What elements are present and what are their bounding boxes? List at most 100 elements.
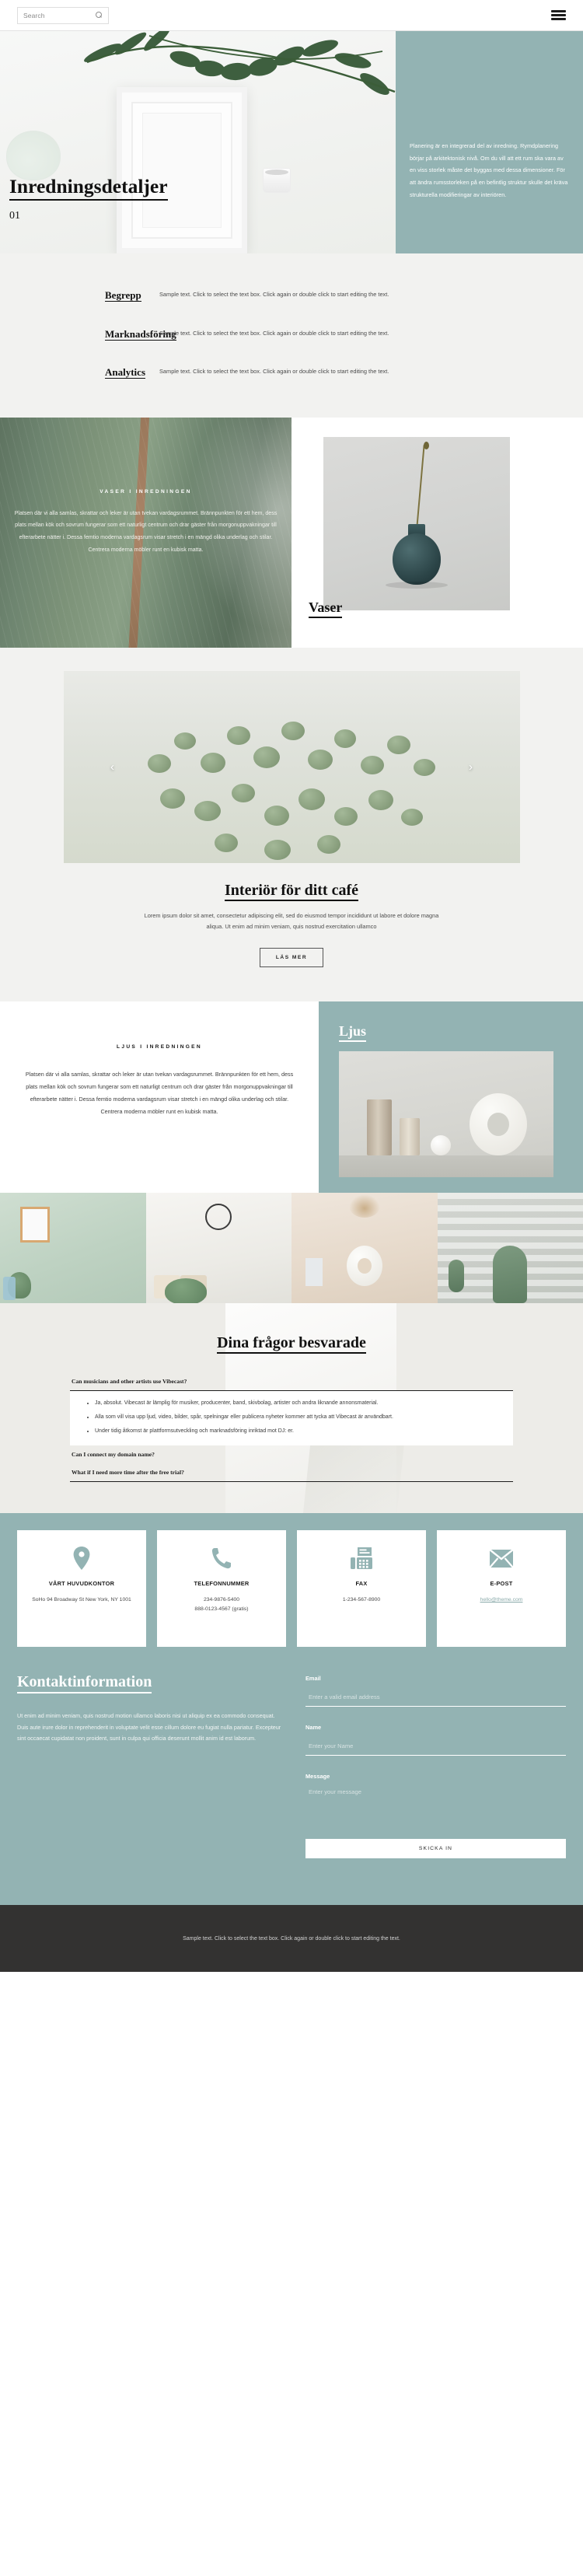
hamburger-line — [551, 14, 566, 16]
contact-cards-section: VÅRT HUVUDKONTOR SoHo 94 Broadway St New… — [0, 1513, 583, 1668]
feature-description: Sample text. Click to select the text bo… — [159, 291, 389, 298]
email-label: Email — [305, 1675, 321, 1683]
feature-title[interactable]: Marknadsföring — [0, 327, 176, 342]
gallery-donut-vase — [346, 1246, 382, 1287]
vaser-section: VASER I INREDNINGEN Platsen där vi alla … — [0, 417, 583, 648]
fax-icon — [351, 1546, 372, 1571]
image-gallery — [0, 1193, 583, 1304]
cafe-title-text: Interiör för ditt café — [225, 881, 358, 901]
message-field[interactable] — [305, 1787, 566, 1819]
leaf-text-block: VASER I INREDNINGEN Platsen där vi alla … — [0, 489, 292, 557]
email-link[interactable]: hello@theme.com — [480, 1597, 523, 1603]
feature-row: Begrepp Sample text. Click to select the… — [0, 288, 583, 303]
contact-form: Email Name Message SKICKA IN — [305, 1670, 566, 1859]
faq-answer-item: Ja, absolut. Vibecast är lämplig för mus… — [95, 1399, 499, 1408]
feature-description: Sample text. Click to select the text bo… — [159, 329, 389, 337]
hero-foliage-icon — [84, 31, 396, 95]
contact-card-title: VÅRT HUVUDKONTOR — [48, 1580, 115, 1588]
gallery-cactus — [493, 1246, 528, 1304]
carousel-prev-button[interactable]: ‹ — [103, 757, 123, 777]
ljus-text-block: LJUS I INREDNINGEN Platsen där vi alla s… — [0, 1001, 319, 1193]
contact-body-text: Ut enim ad minim veniam, quis nostrud mo… — [17, 1712, 281, 1742]
contact-card-title: FAX — [355, 1580, 368, 1588]
contact-card-value: 234-9876-5400 888-0123-4567 (gratis) — [194, 1597, 249, 1613]
leaf-body-text: Platsen där vi alla samlas, skrattar och… — [14, 510, 278, 553]
cafe-title: Interiör för ditt café — [0, 881, 583, 901]
faq-question-1[interactable]: Can musicians and other artists use Vibe… — [70, 1372, 513, 1390]
contact-card-value: hello@theme.com — [474, 1596, 529, 1605]
shelf-surface — [339, 1155, 553, 1178]
location-pin-icon — [73, 1546, 90, 1571]
gallery-image-1 — [0, 1193, 146, 1304]
submit-button[interactable]: SKICKA IN — [305, 1839, 566, 1859]
contact-card-fax: FAX 1-234-567-8900 — [297, 1530, 426, 1648]
features-section: Begrepp Sample text. Click to select the… — [0, 253, 583, 418]
envelope-icon — [490, 1546, 513, 1571]
faq-answer-item: Alla som vill visa upp ljud, video, bild… — [95, 1413, 499, 1422]
email-field[interactable] — [305, 1692, 566, 1707]
cafe-subtitle: Lorem ipsum dolor sit amet, consectetur … — [144, 911, 439, 930]
faq-answer-item: Under tidig åtkomst är plattformsutveckl… — [95, 1427, 499, 1436]
faq-answer-list: Ja, absolut. Vibecast är lämplig för mus… — [84, 1399, 499, 1436]
cafe-section: ‹ › Interiör för ditt café Lorem ipsum d… — [0, 647, 583, 1002]
ljus-photo — [339, 1051, 553, 1178]
gallery-bottle — [3, 1277, 16, 1301]
faq-question-2[interactable]: Can I connect my domain name? — [70, 1445, 513, 1463]
candle-large — [367, 1099, 392, 1156]
cafe-carousel-image: ‹ › — [63, 670, 520, 863]
site-footer: Sample text. Click to select the text bo… — [0, 1905, 583, 1973]
search-input-wrapper[interactable]: Search — [17, 6, 109, 24]
contact-card-title: TELEFONNUMMER — [194, 1580, 250, 1588]
eucalyptus-foliage — [140, 715, 443, 863]
hero-plant-pot — [6, 131, 61, 180]
field-message: Message — [305, 1773, 566, 1822]
ljus-label: Ljus — [339, 1023, 367, 1043]
hero-section: Planering är en integrerad del av inredn… — [0, 31, 583, 253]
hero-panel-text: Planering är en integrerad del av inredn… — [410, 142, 568, 198]
message-label: Message — [305, 1773, 330, 1781]
read-more-button[interactable]: LÄS MER — [260, 948, 323, 968]
hero-title-block: Inredningsdetaljer 01 — [9, 175, 168, 222]
sphere-candle — [431, 1135, 451, 1156]
ljus-kicker: LJUS I INREDNINGEN — [117, 1044, 202, 1050]
feature-title[interactable]: Analytics — [0, 365, 159, 380]
search-icon[interactable] — [96, 12, 103, 19]
ljus-section: LJUS I INREDNINGEN Platsen där vi alla s… — [0, 1001, 583, 1194]
candle-small — [400, 1118, 420, 1156]
hamburger-menu-button[interactable] — [551, 10, 566, 20]
vase-shadow — [386, 581, 448, 589]
feature-row: Analytics Sample text. Click to select t… — [0, 365, 583, 380]
vaser-image-panel: Vaser — [292, 417, 583, 648]
hero-text-panel: Planering är en integrerad del av inredn… — [396, 31, 583, 253]
contact-form-section: Kontaktinformation Ut enim ad minim veni… — [0, 1667, 583, 1906]
contact-card-email: E-POST hello@theme.com — [437, 1530, 566, 1648]
feature-title-text: Analytics — [105, 366, 145, 379]
field-email: Email — [305, 1675, 566, 1707]
contact-card-value: SoHo 94 Broadway St New York, NY 1001 — [32, 1597, 131, 1603]
gallery-round-mirror — [205, 1204, 232, 1231]
gallery-cactus-small — [448, 1260, 464, 1293]
contact-info-block: Kontaktinformation Ut enim ad minim veni… — [17, 1670, 285, 1858]
name-field[interactable] — [305, 1741, 566, 1756]
donut-vase — [470, 1093, 527, 1156]
gallery-image-4 — [437, 1193, 583, 1304]
site-header: Search — [0, 0, 583, 31]
contact-card-value: 1-234-567-8900 — [342, 1597, 381, 1603]
vase-photo — [323, 436, 510, 610]
faq-section: Dina frågor besvarade Can musicians and … — [0, 1303, 583, 1514]
contact-card-phone: TELEFONNUMMER 234-9876-5400 888-0123-456… — [157, 1530, 286, 1648]
search-input[interactable]: Search — [23, 12, 45, 19]
carousel-next-button[interactable]: › — [461, 757, 481, 777]
hero-cup — [263, 168, 291, 193]
vase-stem — [416, 444, 425, 529]
gallery-pampas-grass — [348, 1194, 380, 1218]
feature-row: Marknadsföring Sample text. Click to sel… — [0, 327, 583, 342]
hero-number: 01 — [9, 210, 20, 222]
contact-card-title: E-POST — [490, 1580, 513, 1588]
faq-question-3[interactable]: What if I need more time after the free … — [70, 1463, 513, 1483]
vase-bud — [424, 441, 429, 449]
feature-title[interactable]: Begrepp — [0, 288, 159, 303]
gallery-image-3 — [292, 1193, 438, 1304]
gallery-monstera — [164, 1278, 207, 1304]
faq-title-text: Dina frågor besvarade — [217, 1334, 366, 1354]
